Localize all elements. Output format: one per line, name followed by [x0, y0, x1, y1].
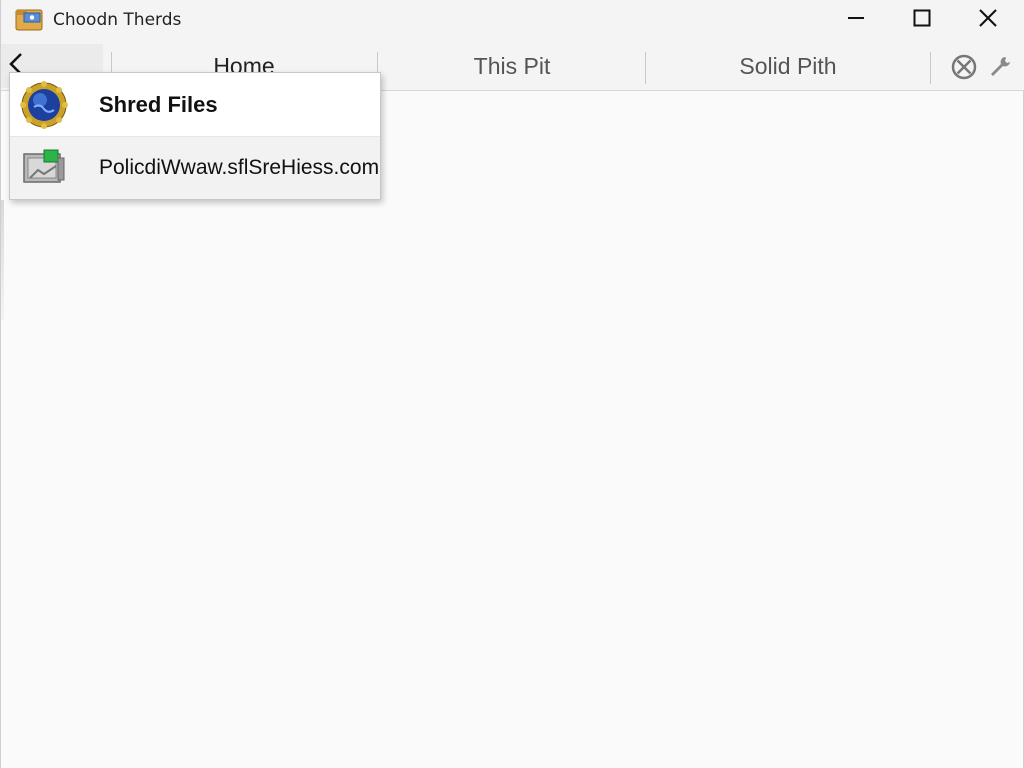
wrench-icon[interactable] [985, 52, 1015, 82]
network-drive-icon [20, 144, 68, 192]
menu-item-network-location[interactable]: PolicdiWwaw.sflSreHiess.com [10, 136, 380, 199]
tab-divider [645, 52, 646, 84]
folder-icon [15, 7, 43, 31]
tab-solid-pith[interactable]: Solid Pith [647, 50, 929, 82]
window-title: Choodn Therds [53, 10, 182, 30]
menu-item-shred-files[interactable]: Shred Files [10, 73, 380, 136]
title-bar[interactable]: Choodn Therds [1, 0, 1024, 40]
maximize-button[interactable] [889, 0, 955, 40]
close-icon [978, 8, 998, 32]
menu-item-label: Shred Files [99, 91, 218, 117]
app-window: Choodn Therds Home This Pit Solid Pith S… [0, 0, 1024, 768]
globe-gear-icon [20, 80, 68, 129]
minimize-button[interactable] [823, 0, 889, 40]
tab-divider [930, 52, 931, 84]
window-edge [1, 200, 4, 320]
maximize-icon [912, 8, 932, 32]
minimize-icon [846, 8, 866, 32]
blocked-circle-icon[interactable] [949, 52, 979, 82]
dropdown-menu: Shred Files PolicdiWwaw.sflSreHiess.com [9, 72, 381, 200]
menu-item-label: PolicdiWwaw.sflSreHiess.com [99, 156, 380, 179]
tab-this-pit[interactable]: This Pit [379, 50, 645, 82]
close-button[interactable] [955, 0, 1021, 40]
